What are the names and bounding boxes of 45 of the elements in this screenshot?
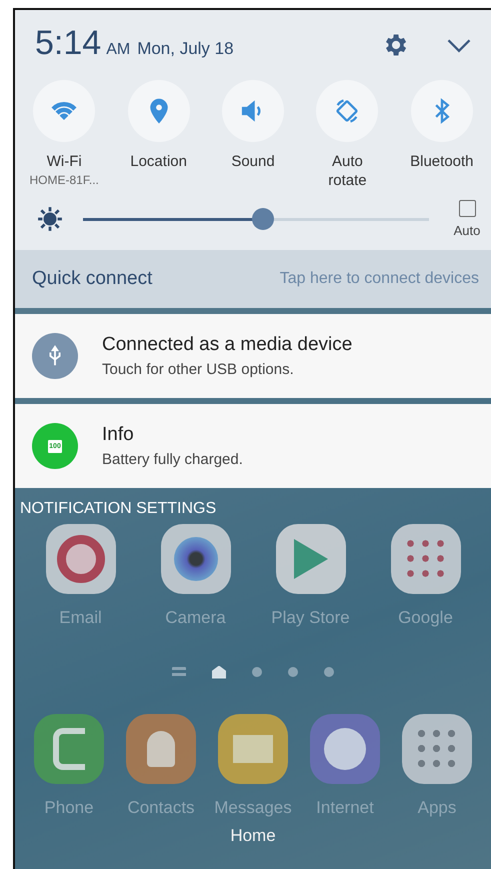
app-label: Email bbox=[59, 608, 102, 628]
date-text: Mon, July 18 bbox=[137, 39, 234, 59]
brightness-icon bbox=[37, 206, 63, 232]
page-indicator-home-icon[interactable] bbox=[212, 666, 226, 678]
app-label: Play Store bbox=[271, 608, 350, 628]
app-label: Apps bbox=[418, 798, 456, 818]
notification-text: Touch for other USB options. bbox=[102, 361, 295, 378]
toggle-label: Auto rotate bbox=[327, 152, 368, 190]
app-label: Google bbox=[398, 608, 453, 628]
notification-text: Battery fully charged. bbox=[102, 451, 243, 468]
notification-title: Info bbox=[102, 424, 135, 446]
toggle-label: Location bbox=[130, 152, 187, 171]
notification-settings-button[interactable]: NOTIFICATION SETTINGS bbox=[15, 488, 222, 518]
network-name: HOME-81F... bbox=[30, 173, 99, 187]
clock-ampm: AM bbox=[106, 41, 130, 59]
apps-app-icon[interactable] bbox=[402, 714, 472, 784]
page-indicator-list-icon[interactable] bbox=[172, 667, 186, 677]
camera-app-icon[interactable] bbox=[160, 524, 230, 594]
quick-connect-bar[interactable]: Quick connect Tap here to connect devices bbox=[15, 250, 491, 308]
email-app-icon[interactable] bbox=[46, 524, 116, 594]
app-label: Messages bbox=[214, 798, 292, 818]
app-label: Phone bbox=[44, 798, 94, 818]
toggle-label: Bluetooth bbox=[410, 152, 474, 171]
notification-card[interactable]: Connected as a media device Touch for other USB options. bbox=[15, 314, 491, 398]
usb-icon bbox=[32, 333, 78, 379]
toggle-label: Sound bbox=[231, 152, 275, 171]
page-indicator-dot[interactable] bbox=[288, 667, 298, 677]
home-label: Home bbox=[230, 826, 276, 846]
toggle-label: Wi-Fi bbox=[46, 152, 82, 171]
page-indicator-dot[interactable] bbox=[252, 667, 262, 677]
app-label: Camera bbox=[165, 608, 226, 628]
slider-thumb[interactable] bbox=[252, 208, 274, 230]
page-indicator-dot[interactable] bbox=[324, 667, 334, 677]
quick-connect-title: Quick connect bbox=[32, 268, 152, 290]
clock-time: 5:14 bbox=[35, 24, 102, 63]
store-app-icon[interactable] bbox=[276, 524, 346, 594]
quick-connect-hint: Tap here to connect devices bbox=[280, 270, 479, 288]
contacts-app-icon[interactable] bbox=[126, 714, 196, 784]
app-label: Internet bbox=[316, 798, 374, 818]
internet-app-icon[interactable] bbox=[310, 714, 380, 784]
app-label: Contacts bbox=[127, 798, 195, 818]
notification-title: Connected as a media device bbox=[102, 334, 352, 356]
auto-label: Auto bbox=[454, 223, 480, 238]
messages-app-icon[interactable] bbox=[218, 714, 288, 784]
auto-checkbox[interactable] bbox=[458, 200, 476, 217]
